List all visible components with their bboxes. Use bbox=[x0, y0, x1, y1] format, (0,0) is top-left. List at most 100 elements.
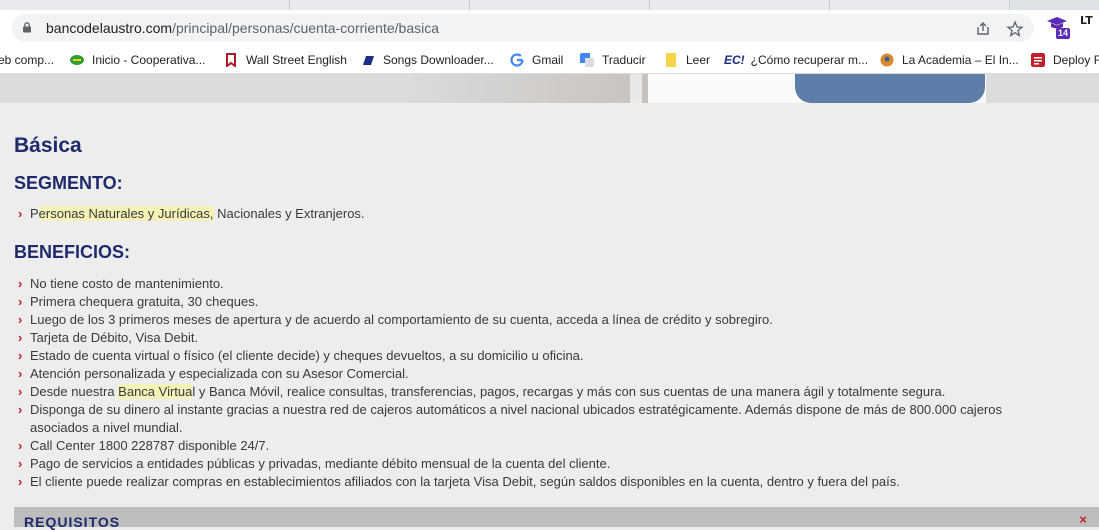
benefit-text: asociados a nivel mundial. bbox=[30, 420, 183, 435]
benefit-item: › Atención personalizada y especializada … bbox=[18, 366, 409, 381]
bookmarks-bar: eb comp... Inicio - Cooperativa... Wall … bbox=[0, 46, 1099, 74]
chevron-right-icon: › bbox=[18, 456, 23, 471]
chevron-right-icon: › bbox=[18, 438, 23, 453]
hero-shadow bbox=[400, 74, 650, 103]
cooperativa-icon bbox=[70, 55, 84, 65]
chevron-right-icon: › bbox=[18, 294, 23, 309]
address-bar[interactable]: bancodelaustro.com/principal/personas/cu… bbox=[12, 14, 1034, 42]
requisitos-label: REQUISITOS bbox=[24, 514, 121, 530]
bookmark-item[interactable]: Leer bbox=[664, 52, 710, 68]
chevron-right-icon: › bbox=[18, 474, 23, 489]
benefits-heading: BENEFICIOS: bbox=[14, 242, 131, 262]
share-icon[interactable] bbox=[974, 20, 992, 38]
chevron-right-icon: › bbox=[18, 276, 23, 291]
segment-text-b: Nacionales y Extranjeros. bbox=[213, 206, 365, 221]
benefit-text: Atención personalizada y especializada c… bbox=[30, 366, 409, 381]
benefit-text: No tiene costo de mantenimiento. bbox=[30, 276, 224, 291]
chevron-right-icon: › bbox=[18, 366, 23, 381]
segment-text-a: P bbox=[30, 206, 39, 221]
chevron-right-icon: › bbox=[18, 348, 23, 363]
benefit-text: Luego de los 3 primeros meses de apertur… bbox=[30, 312, 773, 327]
hero-beam bbox=[630, 74, 642, 103]
browser-tab[interactable] bbox=[830, 0, 1010, 10]
benefit-text: El cliente puede realizar compras en est… bbox=[30, 474, 900, 489]
hero-person bbox=[795, 74, 985, 103]
wse-icon bbox=[226, 53, 236, 67]
page-title: Básica bbox=[14, 134, 82, 157]
benefit-text: Primera chequera gratuita, 30 cheques. bbox=[30, 294, 259, 309]
academia-icon bbox=[880, 53, 894, 67]
benefit-item: › Desde nuestra Banca Virtual y Banca Móv… bbox=[18, 384, 945, 399]
benefit-text: Pago de servicios a entidades públicas y… bbox=[30, 456, 611, 471]
ec-icon: EC! bbox=[724, 53, 745, 67]
browser-toolbar: bancodelaustro.com/principal/personas/cu… bbox=[0, 10, 1099, 46]
benefit-item: › Pago de servicios a entidades públicas … bbox=[18, 456, 610, 471]
benefit-item: › Disponga de su dinero al instante graci… bbox=[18, 402, 1002, 417]
url-domain: bancodelaustro.com bbox=[46, 20, 173, 36]
requisitos-accordion[interactable]: REQUISITOS × bbox=[14, 507, 1099, 530]
close-icon[interactable]: × bbox=[1079, 512, 1087, 527]
note-icon bbox=[666, 53, 676, 67]
bookmark-item[interactable]: eb comp... bbox=[0, 52, 54, 68]
benefit-item-continued: asociados a nivel mundial. bbox=[30, 420, 182, 435]
bookmark-label: Wall Street English bbox=[246, 53, 347, 67]
url-text[interactable]: bancodelaustro.com/principal/personas/cu… bbox=[46, 20, 439, 36]
extension-badge: 14 bbox=[1056, 28, 1071, 39]
browser-tab[interactable] bbox=[650, 0, 830, 10]
benefit-text: Tarjeta de Débito, Visa Debit. bbox=[30, 330, 199, 345]
browser-tab[interactable] bbox=[470, 0, 650, 10]
bookmark-item[interactable]: Wall Street English bbox=[224, 52, 347, 68]
bookmark-star-icon[interactable] bbox=[1006, 20, 1024, 38]
bookmark-label: La Academia – El In... bbox=[902, 53, 1019, 67]
bookmark-item[interactable]: La Academia – El In... bbox=[880, 52, 1019, 68]
benefit-item: › Luego de los 3 primeros meses de apertu… bbox=[18, 312, 773, 327]
languagetool-icon[interactable]: LT bbox=[1080, 14, 1093, 27]
benefit-text: Desde nuestra bbox=[30, 384, 119, 399]
benefit-text: l y Banca Móvil, realice consultas, tran… bbox=[192, 384, 946, 399]
segment-text-highlight: ersonas Naturales y Jurídicas, bbox=[38, 206, 214, 221]
chevron-right-icon: › bbox=[18, 402, 23, 417]
bookmark-label: Inicio - Cooperativa... bbox=[92, 53, 206, 67]
chevron-right-icon: › bbox=[18, 206, 23, 221]
chevron-right-icon: › bbox=[18, 330, 23, 345]
bookmark-label: Deploy F bbox=[1053, 53, 1099, 67]
songs-icon bbox=[363, 56, 374, 65]
benefit-item: › El cliente puede realizar compras en es… bbox=[18, 474, 900, 489]
benefit-text: Disponga de su dinero al instante gracia… bbox=[30, 402, 1002, 417]
benefit-item: › Primera chequera gratuita, 30 cheques. bbox=[18, 294, 258, 309]
banca-virtual-link[interactable]: Banca Virtua bbox=[118, 384, 193, 399]
chevron-right-icon: › bbox=[18, 312, 23, 327]
lock-icon[interactable] bbox=[22, 22, 32, 33]
benefit-item: › Estado de cuenta virtual o físico (el c… bbox=[18, 348, 584, 363]
benefit-text: Call Center 1800 228787 disponible 24/7. bbox=[30, 438, 270, 453]
tab-strip bbox=[0, 0, 1099, 10]
bookmark-label: Songs Downloader... bbox=[383, 53, 494, 67]
bookmark-item[interactable]: Songs Downloader... bbox=[361, 52, 494, 68]
segment-heading: SEGMENTO: bbox=[14, 173, 123, 193]
bookmark-item[interactable]: EC! ¿Cómo recuperar m... bbox=[724, 52, 868, 68]
benefit-item: › Tarjeta de Débito, Visa Debit. bbox=[18, 330, 198, 345]
extension-graduation-icon[interactable]: 14 bbox=[1046, 16, 1071, 40]
bookmark-label: Gmail bbox=[532, 53, 564, 67]
segment-item: › Personas Naturales y Jurídicas, Naciona… bbox=[18, 206, 365, 221]
bookmark-item[interactable]: Deploy F bbox=[1031, 52, 1099, 68]
translate-icon bbox=[580, 53, 594, 67]
browser-tab[interactable] bbox=[290, 0, 470, 10]
deploy-icon bbox=[1031, 53, 1045, 67]
chevron-right-icon: › bbox=[18, 384, 23, 399]
bookmark-label: ¿Cómo recuperar m... bbox=[750, 53, 869, 67]
benefit-text: Estado de cuenta virtual o físico (el cl… bbox=[30, 348, 584, 363]
hero-image bbox=[0, 74, 1099, 103]
benefit-item: › Call Center 1800 228787 disponible 24/7… bbox=[18, 438, 269, 453]
bookmark-item[interactable]: Traducir bbox=[580, 52, 646, 68]
google-icon bbox=[510, 53, 524, 67]
browser-tab[interactable] bbox=[0, 0, 290, 10]
main-content: Básica SEGMENTO: › Personas Naturales y J… bbox=[0, 103, 1099, 530]
url-path: /principal/personas/cuenta-corriente/bas… bbox=[172, 20, 440, 36]
bookmark-label: eb comp... bbox=[0, 53, 55, 67]
benefit-item: › No tiene costo de mantenimiento. bbox=[18, 276, 224, 291]
bookmark-item[interactable]: Gmail bbox=[510, 52, 563, 68]
bookmark-label: Leer bbox=[686, 53, 711, 67]
bookmark-label: Traducir bbox=[602, 53, 646, 67]
bookmark-item[interactable]: Inicio - Cooperativa... bbox=[70, 52, 205, 68]
